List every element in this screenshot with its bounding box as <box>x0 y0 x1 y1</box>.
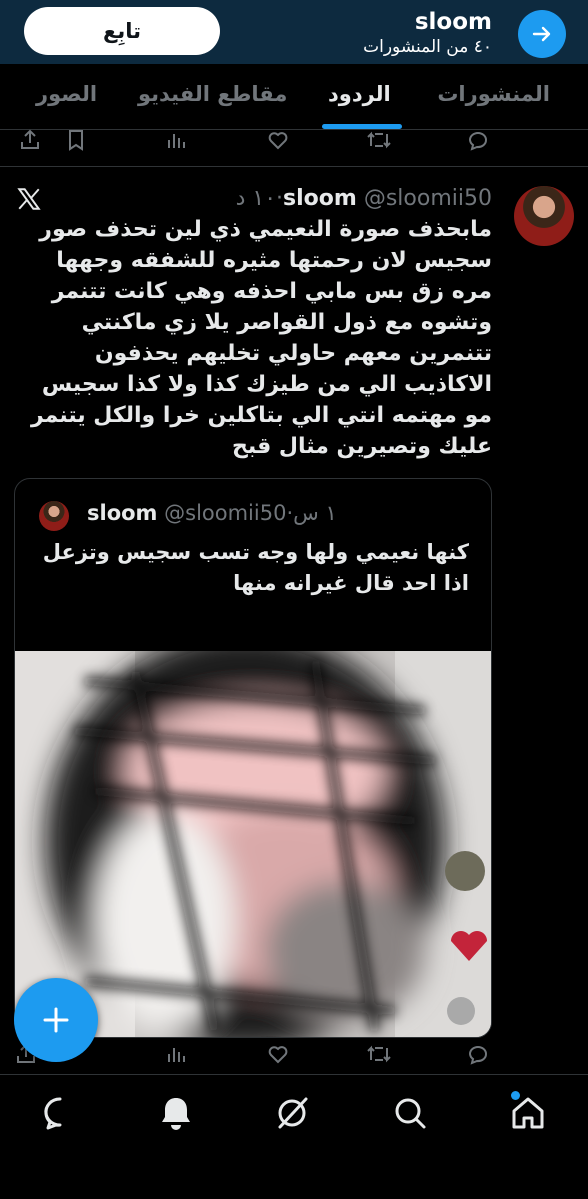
like-icon[interactable] <box>266 128 290 152</box>
tab-videos[interactable]: مقاطع الفيديو <box>138 82 287 106</box>
compose-button[interactable] <box>14 978 98 1062</box>
post-count: ٤٠ من المنشورات <box>363 37 492 57</box>
tab-posts[interactable]: المنشورات <box>437 82 550 106</box>
arrow-right-icon <box>532 26 551 42</box>
reply-icon[interactable] <box>466 1042 490 1066</box>
divider <box>0 166 588 167</box>
notifications-icon[interactable] <box>156 1093 196 1133</box>
views-icon[interactable] <box>164 128 188 152</box>
retweet-icon[interactable] <box>366 128 392 152</box>
profile-name: sloom <box>414 9 492 35</box>
plus-icon <box>43 1007 69 1033</box>
bookmark-icon[interactable] <box>64 128 88 152</box>
tweet-header: sloom @sloomii50·١٠ د <box>235 186 492 211</box>
profile-title: sloom ٤٠ من المنشورات <box>363 8 492 58</box>
profile-tabs: المنشورات الردود مقاطع الفيديو الصور <box>0 64 588 130</box>
share-icon[interactable] <box>18 128 42 152</box>
search-icon[interactable] <box>390 1093 430 1133</box>
quote-avatar <box>39 501 69 531</box>
quote-text: كنها نعيمي ولها وجه تسب سجيس وتزعل اذا ا… <box>42 540 469 595</box>
previous-tweet-actions <box>0 128 588 158</box>
small-avatar <box>445 851 485 891</box>
like-icon[interactable] <box>266 1042 290 1066</box>
quote-author-name: sloom <box>87 501 158 525</box>
x-logo-icon <box>17 188 41 210</box>
tab-replies[interactable]: الردود <box>328 82 391 106</box>
avatar[interactable] <box>514 186 574 246</box>
back-button[interactable] <box>518 10 566 58</box>
tweet-time: ١٠ د <box>235 186 277 211</box>
tab-photos[interactable]: الصور <box>36 82 97 106</box>
home-notification-dot <box>511 1091 520 1100</box>
views-icon[interactable] <box>164 1042 188 1066</box>
quote-author-handle: @sloomii50 <box>164 501 287 525</box>
tweet-text: مابحذف صورة النعيمي ذي لين تحذف صور سجيس… <box>30 217 492 459</box>
author-handle[interactable]: @sloomii50 <box>364 186 492 211</box>
grok-icon[interactable] <box>272 1093 312 1133</box>
follow-button[interactable]: تابِع <box>24 7 220 55</box>
profile-header: تابِع sloom ٤٠ من المنشورات <box>0 0 588 64</box>
quote-time: ١ س <box>293 501 337 525</box>
retweet-icon[interactable] <box>366 1042 392 1066</box>
messages-icon[interactable] <box>40 1093 80 1133</box>
author-name[interactable]: sloom <box>283 186 357 211</box>
bottom-navigation <box>0 1074 588 1199</box>
reply-icon[interactable] <box>466 128 490 152</box>
quote-header: sloom @sloomii50·١ س <box>87 501 337 525</box>
quote-image[interactable] <box>15 651 491 1037</box>
quoted-tweet[interactable]: sloom @sloomii50·١ س كنها نعيمي ولها وجه… <box>14 478 492 1038</box>
scribbled-photo <box>15 651 491 1037</box>
